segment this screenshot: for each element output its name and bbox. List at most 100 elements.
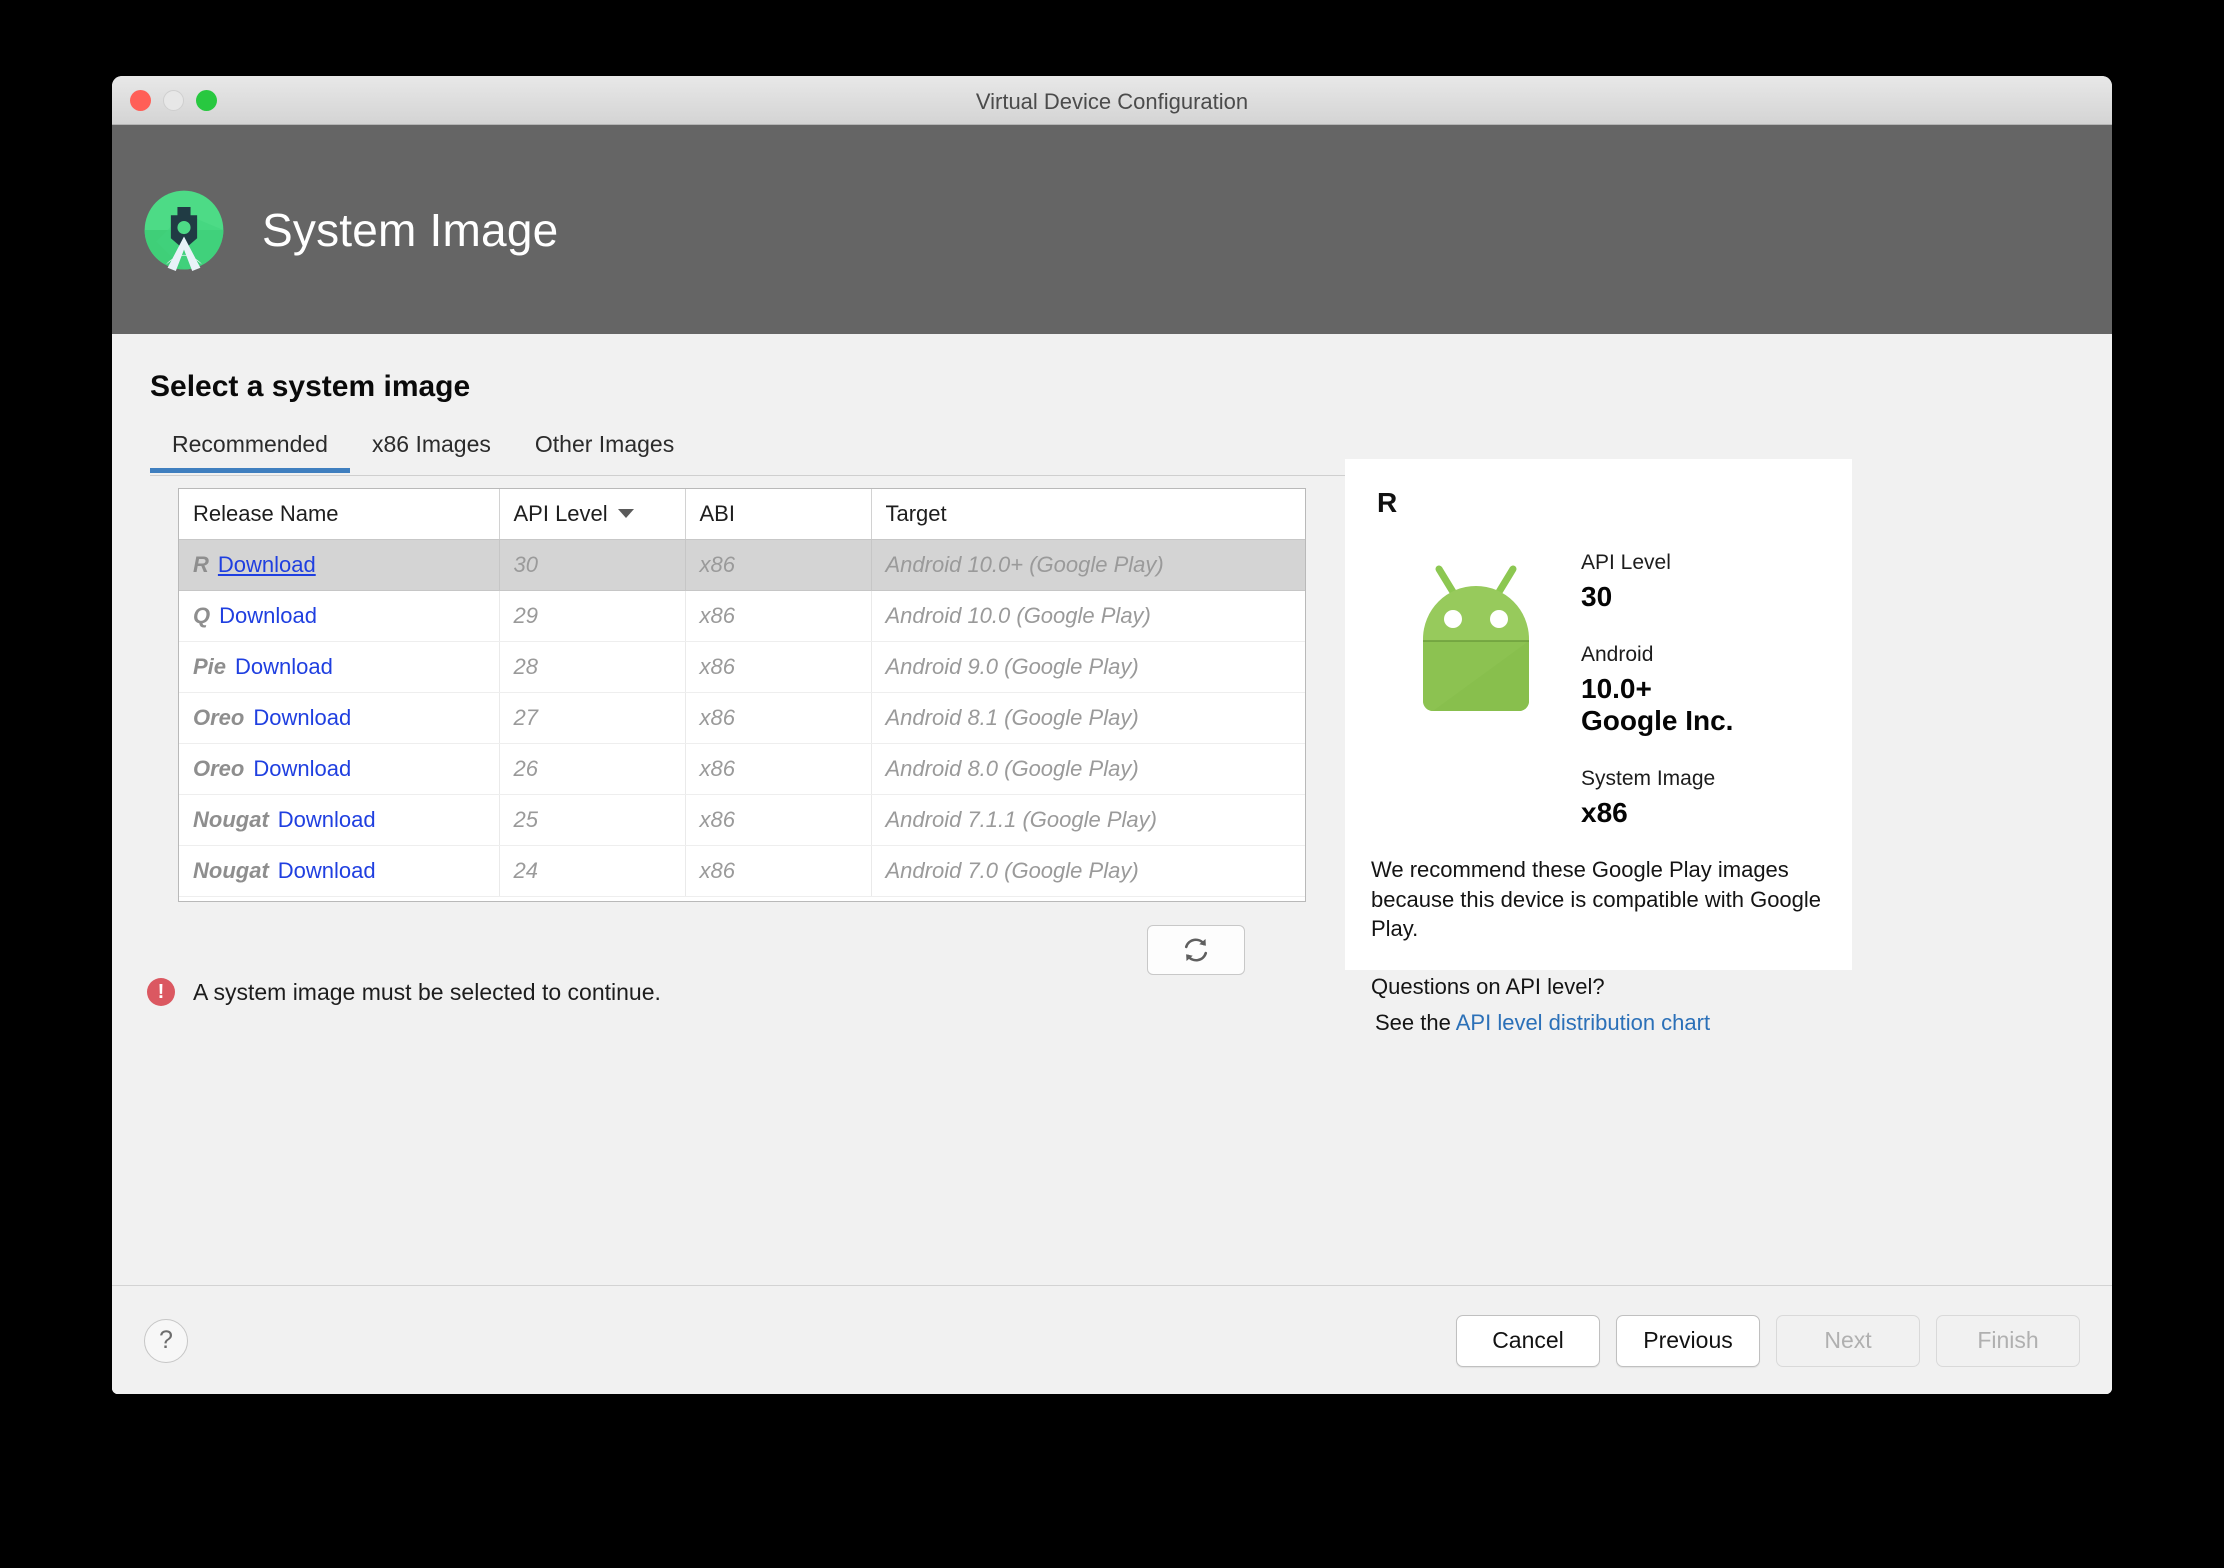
section-heading: Select a system image: [150, 370, 471, 403]
download-link[interactable]: Download: [278, 807, 376, 832]
help-button[interactable]: ?: [144, 1318, 188, 1363]
table-header-row: Release Name API Level ABI Target: [179, 489, 1305, 540]
spec-android-value: 10.0+: [1581, 673, 1652, 704]
column-header-release-name[interactable]: Release Name: [179, 489, 500, 540]
system-image-table: Release Name API Level ABI Target RDown: [179, 489, 1305, 897]
cell-abi: x86: [685, 743, 872, 795]
detail-body: API Level 30 Android 10.0+ Google Inc. S…: [1371, 545, 1826, 829]
spec-system-image-label: System Image: [1581, 767, 1716, 790]
column-header-release-name-label: Release Name: [193, 501, 339, 526]
column-header-abi-label: ABI: [699, 501, 735, 526]
download-link[interactable]: Download: [218, 552, 316, 577]
cell-target: Android 8.1 (Google Play): [871, 692, 1305, 744]
spec-system-image-value: x86: [1581, 797, 1628, 828]
robot-column: [1371, 545, 1581, 829]
release-name-label: Oreo: [193, 705, 245, 730]
android-robot-icon: [1423, 565, 1529, 711]
cell-abi: x86: [685, 641, 872, 693]
cell-abi: x86: [685, 692, 872, 744]
refresh-button[interactable]: [1147, 925, 1245, 975]
system-image-table-container[interactable]: Release Name API Level ABI Target RDown: [178, 488, 1306, 902]
next-button: Next: [1776, 1314, 1920, 1367]
tab-x86-images[interactable]: x86 Images: [350, 427, 513, 472]
cell-release-name: R Download: [179, 539, 500, 591]
window-title: Virtual Device Configuration: [975, 89, 1249, 114]
tab-other-images[interactable]: Other Images: [513, 427, 696, 472]
cancel-button[interactable]: Cancel: [1456, 1314, 1600, 1367]
system-image-detail-panel: R API Level 30 Android 10.0+ Google Inc.…: [1345, 459, 1852, 1035]
android-studio-logo-icon: [144, 190, 224, 271]
spec-android-label: Android: [1581, 643, 1654, 666]
virtual-device-configuration-window: Virtual Device Configuration System Imag…: [112, 76, 2112, 1394]
detail-release-letter: R: [1377, 487, 1398, 518]
cell-release-name: Oreo Download: [179, 743, 500, 795]
download-link[interactable]: Download: [219, 603, 317, 628]
column-header-api-level-label: API Level: [513, 501, 608, 526]
download-link[interactable]: Download: [278, 858, 376, 883]
validation-error-message: A system image must be selected to conti…: [193, 978, 661, 1005]
cell-target: Android 7.1.1 (Google Play): [871, 794, 1305, 846]
table-row[interactable]: R Download 30 x86 Android 10.0+ (Google Play…: [179, 539, 1305, 591]
cell-abi: x86: [685, 590, 872, 642]
table-row[interactable]: Nougat Download 24 x86 Android 7.0 (Google P…: [179, 845, 1305, 897]
cell-release-name: Q Download: [179, 590, 500, 642]
column-header-target-label: Target: [885, 501, 947, 526]
cell-api-level: 25: [499, 794, 686, 846]
page-title: System Image: [262, 203, 559, 256]
cell-abi: x86: [685, 539, 872, 591]
table-body: R Download 30 x86 Android 10.0+ (Google Play…: [179, 539, 1305, 897]
cell-target: Android 10.0+ (Google Play): [871, 539, 1305, 591]
footer-buttons: Cancel Previous Next Finish: [1456, 1314, 2080, 1367]
spec-system-image: System Image x86: [1581, 767, 1826, 829]
cell-target: Android 10.0 (Google Play): [871, 590, 1305, 642]
spec-android-vendor: Google Inc.: [1581, 705, 1734, 736]
questions-text: Questions on API level?: [1371, 974, 1605, 1000]
column-header-target[interactable]: Target: [871, 489, 1305, 540]
previous-button[interactable]: Previous: [1616, 1314, 1760, 1367]
cell-release-name: Oreo Download: [179, 692, 500, 744]
column-header-abi[interactable]: ABI: [685, 489, 872, 540]
release-name-label: Pie: [193, 654, 227, 679]
tab-recommended[interactable]: Recommended: [150, 427, 350, 473]
table-header: Release Name API Level ABI Target: [179, 489, 1305, 540]
cell-target: Android 9.0 (Google Play): [871, 641, 1305, 693]
release-name-label: Nougat: [193, 807, 269, 832]
spec-api-level-value: 30: [1581, 581, 1613, 612]
cell-api-level: 27: [499, 692, 686, 744]
cell-release-name: Nougat Download: [179, 794, 500, 846]
download-link[interactable]: Download: [253, 756, 351, 781]
cell-api-level: 24: [499, 845, 686, 897]
table-row[interactable]: Oreo Download 26 x86 Android 8.0 (Google Pla…: [179, 743, 1305, 795]
sort-descending-caret-icon: [617, 509, 634, 518]
table-row[interactable]: Nougat Download 25 x86 Android 7.1.1 (Google…: [179, 794, 1305, 846]
release-name-label: Oreo: [193, 756, 245, 781]
column-header-api-level[interactable]: API Level: [499, 489, 686, 540]
table-row[interactable]: Oreo Download 27 x86 Android 8.1 (Google Pla…: [179, 692, 1305, 744]
image-category-tabs: Recommended x86 Images Other Images: [150, 427, 1418, 476]
refresh-icon: [1184, 938, 1208, 962]
spec-android-version: Android 10.0+ Google Inc.: [1581, 643, 1826, 737]
cell-release-name: Nougat Download: [179, 845, 500, 897]
cell-api-level: 28: [499, 641, 686, 693]
spec-column: API Level 30 Android 10.0+ Google Inc. S…: [1581, 545, 1826, 829]
cell-api-level: 30: [499, 539, 686, 591]
window-titlebar: Virtual Device Configuration: [112, 76, 2112, 125]
wizard-footer: ? Cancel Previous Next Finish: [112, 1285, 2112, 1394]
download-link[interactable]: Download: [235, 654, 333, 679]
error-circle-icon: !: [147, 978, 175, 1006]
wizard-header: System Image: [112, 125, 2112, 334]
release-name-label: Nougat: [193, 858, 269, 883]
table-row[interactable]: Pie Download 28 x86 Android 9.0 (Google Play…: [179, 641, 1305, 693]
table-row[interactable]: Q Download 29 x86 Android 10.0 (Google Play): [179, 590, 1305, 642]
download-link[interactable]: Download: [253, 705, 351, 730]
finish-button: Finish: [1936, 1314, 2080, 1367]
release-name-label: R: [193, 552, 209, 577]
spec-api-level: API Level 30: [1581, 551, 1826, 613]
api-level-distribution-chart-link[interactable]: API level distribution chart: [1456, 1010, 1710, 1035]
cell-target: Android 8.0 (Google Play): [871, 743, 1305, 795]
see-the-prefix: See the: [1375, 1010, 1456, 1036]
recommendation-text: We recommend these Google Play images be…: [1371, 857, 1822, 942]
cell-abi: x86: [685, 794, 872, 846]
cell-abi: x86: [685, 845, 872, 897]
see-chart-line: See the API level distribution chart: [1371, 1010, 1826, 1036]
